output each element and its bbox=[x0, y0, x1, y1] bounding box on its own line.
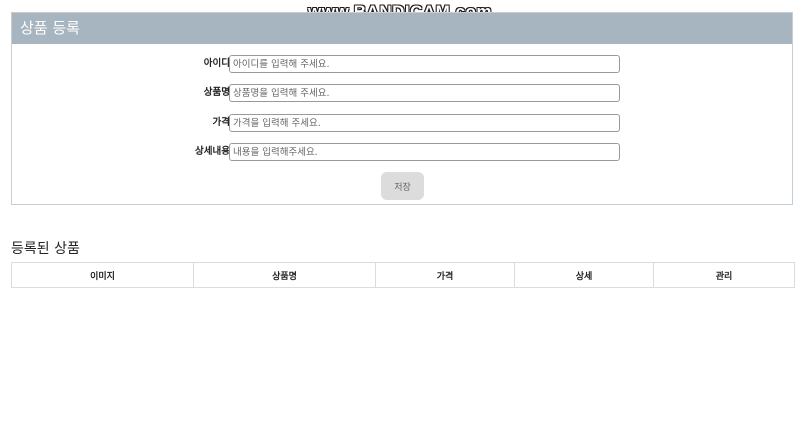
product-name-row: 상품명 bbox=[12, 84, 792, 102]
column-product-name: 상품명 bbox=[193, 262, 376, 288]
product-list-title: 등록된 상품 bbox=[11, 241, 80, 257]
column-manage: 관리 bbox=[653, 262, 795, 288]
id-input[interactable] bbox=[229, 55, 620, 73]
price-row: 가격 bbox=[12, 114, 792, 132]
detail-row: 상세내용 bbox=[12, 143, 792, 161]
price-label: 가격 bbox=[212, 117, 230, 128]
product-name-input[interactable] bbox=[229, 84, 620, 102]
panel-title: 상품 등록 bbox=[12, 13, 792, 44]
price-input[interactable] bbox=[229, 114, 620, 132]
product-table: 이미지 상품명 가격 상세 관리 bbox=[11, 262, 795, 288]
detail-label: 상세내용 bbox=[195, 146, 230, 157]
table-header-row: 이미지 상품명 가격 상세 관리 bbox=[11, 262, 795, 288]
detail-input[interactable] bbox=[229, 143, 620, 161]
id-label: 아이디 bbox=[203, 58, 230, 69]
id-row: 아이디 bbox=[12, 55, 792, 73]
column-image: 이미지 bbox=[11, 262, 194, 288]
product-register-panel: 상품 등록 아이디 상품명 가격 상세내용 저장 bbox=[11, 12, 793, 205]
product-name-label: 상품명 bbox=[203, 87, 230, 98]
save-button[interactable]: 저장 bbox=[381, 172, 424, 200]
column-price: 가격 bbox=[375, 262, 515, 288]
column-detail: 상세 bbox=[514, 262, 654, 288]
